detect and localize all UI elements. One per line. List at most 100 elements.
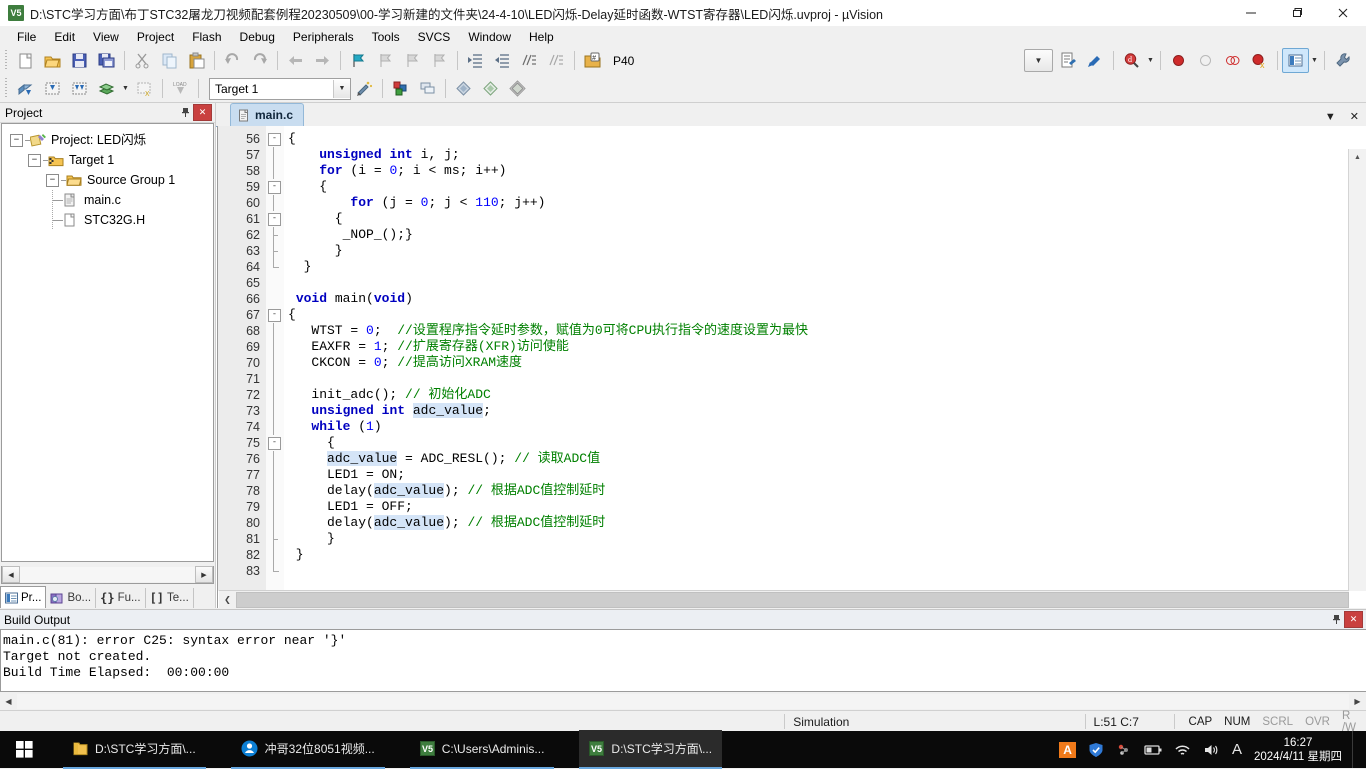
code-text[interactable]: { [288, 179, 327, 195]
open-include-file-icon[interactable]: # [579, 48, 606, 73]
wifi-icon[interactable] [1168, 743, 1197, 757]
scrollbar-track[interactable] [17, 694, 1349, 709]
debug-settings-icon[interactable] [1082, 48, 1109, 73]
fold-toggle-icon[interactable]: - [268, 437, 281, 450]
code-text[interactable]: { [288, 435, 335, 451]
code-line[interactable]: 79 LED1 = OFF; [218, 499, 1349, 515]
code-line[interactable]: 56-{ [218, 131, 1349, 147]
disable-all-breakpoints-icon[interactable]: x [1246, 48, 1273, 73]
code-line[interactable]: 78 delay(adc_value); // 根据ADC值控制延时 [218, 483, 1349, 499]
menu-item-debug[interactable]: Debug [231, 28, 284, 46]
minimize-button[interactable] [1228, 0, 1274, 26]
code-line[interactable]: 82 } [218, 547, 1349, 563]
rebuild-all-icon[interactable] [66, 76, 93, 101]
select-software-packs-icon[interactable] [477, 76, 504, 101]
code-text[interactable]: CKCON = 0; //提高访问XRAM速度 [288, 355, 522, 371]
taskbar-item-uvision-users[interactable]: V5 C:\Users\Adminis... [409, 730, 555, 769]
code-line[interactable]: 58 for (i = 0; i < ms; i++) [218, 163, 1349, 179]
code-line[interactable]: 76 adc_value = ADC_RESL(); // 读取ADC值 [218, 451, 1349, 467]
new-file-icon[interactable] [12, 48, 39, 73]
code-line[interactable]: 64 } [218, 259, 1349, 275]
code-text[interactable]: { [288, 307, 296, 323]
find-in-files-icon[interactable]: d [1118, 48, 1145, 73]
save-icon[interactable] [66, 48, 93, 73]
download-to-flash-icon[interactable]: LOAD [167, 76, 194, 101]
code-line[interactable]: 69 EAXFR = 1; //扩展寄存器(XFR)访问使能 [218, 339, 1349, 355]
code-text[interactable]: } [288, 547, 304, 563]
code-line[interactable]: 61- { [218, 211, 1349, 227]
editor-vertical-scrollbar[interactable]: ▲ [1348, 149, 1366, 591]
build-output-scrollbar[interactable]: ◀ ▶ [0, 693, 1366, 710]
save-all-icon[interactable] [93, 48, 120, 73]
project-window-toggle-icon[interactable] [1282, 48, 1309, 73]
disable-breakpoint-icon[interactable] [1219, 48, 1246, 73]
code-line[interactable]: 83 [218, 563, 1349, 579]
menu-item-file[interactable]: File [8, 28, 45, 46]
code-text[interactable]: } [288, 531, 335, 547]
target-selector[interactable]: Target 1 ▼ [209, 77, 351, 100]
manage-run-time-env-icon[interactable] [504, 76, 531, 101]
fold-toggle-icon[interactable]: - [268, 133, 281, 146]
tab-functions[interactable]: {} Fu... [96, 588, 146, 608]
code-lines[interactable]: 56-{57 unsigned int i, j; 58 for (i = 0; … [218, 131, 1349, 579]
redo-icon[interactable] [246, 48, 273, 73]
project-horizontal-scrollbar[interactable]: ◀ ▶ [1, 566, 214, 584]
menu-item-tools[interactable]: Tools [363, 28, 409, 46]
menu-item-flash[interactable]: Flash [183, 28, 230, 46]
project-panel-close-icon[interactable]: ✕ [193, 104, 212, 121]
code-text[interactable]: void main(void) [288, 291, 413, 307]
tree-item-project[interactable]: − Project: LED闪烁 [6, 130, 213, 150]
stop-build-icon[interactable]: x [131, 76, 158, 101]
scroll-up-icon[interactable]: ▲ [1349, 149, 1366, 165]
code-text[interactable]: delay(adc_value); // 根据ADC值控制延时 [288, 515, 605, 531]
batch-build-caret-icon[interactable]: ▼ [120, 77, 131, 100]
code-line[interactable]: 81 } [218, 531, 1349, 547]
code-line[interactable]: 57 unsigned int i, j; [218, 147, 1349, 163]
undo-icon[interactable] [219, 48, 246, 73]
code-text[interactable]: unsigned int adc_value; [288, 403, 491, 419]
menu-item-help[interactable]: Help [520, 28, 563, 46]
code-text[interactable]: unsigned int i, j; [288, 147, 459, 163]
code-text[interactable]: LED1 = ON; [288, 467, 405, 483]
outdent-icon[interactable] [489, 48, 516, 73]
editor-horizontal-scrollbar[interactable]: ❮ [219, 590, 1349, 608]
open-file-icon[interactable] [39, 48, 66, 73]
tree-expander[interactable]: − [46, 173, 59, 187]
project-tree[interactable]: − Project: LED闪烁 − Target 1 − Source Gro… [1, 123, 214, 562]
toolbar-grip[interactable] [3, 50, 10, 71]
navigate-forward-icon[interactable] [309, 48, 336, 73]
windows-start-icon[interactable] [0, 731, 48, 768]
pin-icon[interactable] [177, 105, 193, 120]
code-line[interactable]: 71 [218, 371, 1349, 387]
manage-multi-project-icon[interactable] [414, 76, 441, 101]
code-line[interactable]: 80 delay(adc_value); // 根据ADC值控制延时 [218, 515, 1349, 531]
code-line[interactable]: 75- { [218, 435, 1349, 451]
taskbar-item-explorer[interactable]: D:\STC学习方面\... [63, 730, 206, 769]
navigate-back-icon[interactable] [282, 48, 309, 73]
configure-toolbars-icon[interactable] [1055, 48, 1082, 73]
copy-icon[interactable] [156, 48, 183, 73]
insert-breakpoint-icon[interactable] [1165, 48, 1192, 73]
tree-expander[interactable]: − [28, 153, 41, 167]
ime-a-icon[interactable]: A [1053, 741, 1082, 758]
build-output-text[interactable]: main.c(81): error C25: syntax error near… [0, 629, 1366, 692]
next-bookmark-icon[interactable] [399, 48, 426, 73]
code-line[interactable]: 63 } [218, 243, 1349, 259]
clear-bookmarks-icon[interactable] [426, 48, 453, 73]
fold-toggle-icon[interactable]: - [268, 213, 281, 226]
build-target-icon[interactable] [39, 76, 66, 101]
kill-all-breakpoints-icon[interactable] [1192, 48, 1219, 73]
indent-icon[interactable] [462, 48, 489, 73]
menu-item-edit[interactable]: Edit [45, 28, 84, 46]
editor-tab-close-icon[interactable]: ✕ [1343, 110, 1366, 123]
fold-toggle-icon[interactable]: - [268, 181, 281, 194]
code-text[interactable]: _NOP_();} [288, 227, 413, 243]
code-line[interactable]: 72 init_adc(); // 初始化ADC [218, 387, 1349, 403]
code-line[interactable]: 62 _NOP_();} [218, 227, 1349, 243]
taskbar-item-video-player[interactable]: 冲哥32位8051视频... [230, 730, 385, 769]
scroll-left-icon[interactable]: ◀ [2, 566, 20, 583]
code-line[interactable]: 60 for (j = 0; j < 110; j++) [218, 195, 1349, 211]
shield-icon[interactable] [1082, 742, 1110, 758]
paste-icon[interactable] [183, 48, 210, 73]
translate-file-icon[interactable] [12, 76, 39, 101]
